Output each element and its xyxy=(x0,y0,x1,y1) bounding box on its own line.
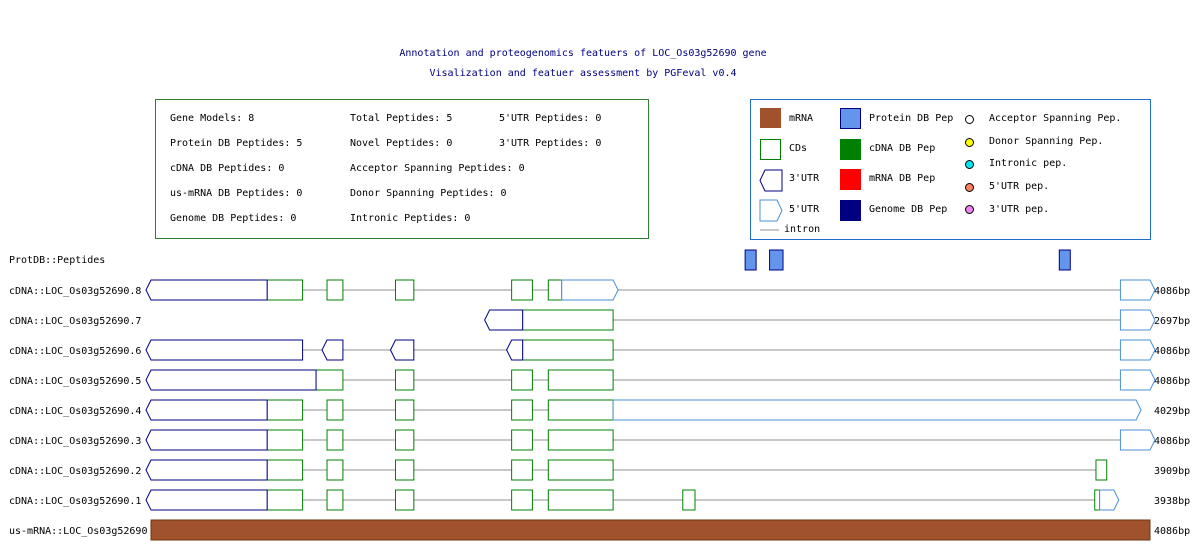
mrna-block-9 xyxy=(150,519,1151,541)
cds-exon-8-1 xyxy=(266,489,304,511)
cds-exon-8-5 xyxy=(547,489,614,511)
cds-exon-6-5 xyxy=(547,429,614,451)
cds-exon-7-4 xyxy=(511,459,533,481)
cds-exon-7-3 xyxy=(394,459,415,481)
utr5-block-1-2 xyxy=(1119,279,1156,301)
transcript-label-1: cDNA::LOC_Os03g52690.8 xyxy=(9,286,141,297)
transcript-length-3: 4086bp xyxy=(1154,346,1190,357)
transcript-label-8: cDNA::LOC_Os03g52690.1 xyxy=(9,496,141,507)
cds-exon-4-1 xyxy=(315,369,344,391)
utr5-block-3-1 xyxy=(1119,339,1156,361)
cds-exon-5-5 xyxy=(547,399,614,421)
transcript-length-7: 3909bp xyxy=(1154,466,1190,477)
transcript-label-4: cDNA::LOC_Os03g52690.5 xyxy=(9,376,141,387)
transcript-label-6: cDNA::LOC_Os03g52690.3 xyxy=(9,436,141,447)
cds-exon-6-4 xyxy=(511,429,533,451)
cds-exon-3-1 xyxy=(522,339,614,361)
utr3-block-1-1 xyxy=(145,279,268,301)
transcript-label-2: cDNA::LOC_Os03g52690.7 xyxy=(9,316,141,327)
cds-exon-1-1 xyxy=(266,279,304,301)
utr5-block-4-1 xyxy=(1119,369,1156,391)
cds-exon-1-5 xyxy=(547,279,563,301)
gene-structure-tracks: ProtDB::PeptidescDNA::LOC_Os03g52690.8 40… xyxy=(9,249,1190,541)
utr3-block-3-2 xyxy=(321,339,344,361)
utr5-block-2-1 xyxy=(1119,309,1156,331)
peptide-mark-2 xyxy=(769,249,784,271)
utr3-block-3-4 xyxy=(506,339,524,361)
cds-exon-5-3 xyxy=(394,399,415,421)
utr5-block-1-1 xyxy=(561,279,619,301)
cds-exon-2-1 xyxy=(522,309,614,331)
transcript-label-3: cDNA::LOC_Os03g52690.6 xyxy=(9,346,141,357)
transcript-length-6: 4086bp xyxy=(1154,436,1190,447)
utr3-block-2-1 xyxy=(484,309,524,331)
cds-exon-5-4 xyxy=(511,399,533,421)
transcript-length-8: 3938bp xyxy=(1154,496,1190,507)
utr3-block-4-1 xyxy=(145,369,317,391)
cds-exon-7-6 xyxy=(1095,459,1108,481)
utr3-block-3-1 xyxy=(145,339,304,361)
utr3-block-3-3 xyxy=(389,339,415,361)
transcript-length-5: 4029bp xyxy=(1154,406,1190,417)
cds-exon-5-2 xyxy=(326,399,344,421)
transcript-length-2: 2697bp xyxy=(1154,316,1190,327)
transcript-length-4: 4086bp xyxy=(1154,376,1190,387)
peptides-track-label: ProtDB::Peptides xyxy=(9,255,105,266)
cds-exon-6-1 xyxy=(266,429,304,451)
utr5-block-5-1 xyxy=(612,399,1142,421)
transcript-label-9: us-mRNA::LOC_Os03g52690 xyxy=(9,526,147,537)
cds-exon-4-2 xyxy=(394,369,415,391)
utr5-block-8-1 xyxy=(1099,489,1120,511)
cds-exon-8-3 xyxy=(394,489,415,511)
cds-exon-5-1 xyxy=(266,399,304,421)
cds-exon-8-6 xyxy=(682,489,696,511)
cds-exon-4-4 xyxy=(547,369,614,391)
cds-exon-1-4 xyxy=(511,279,533,301)
peptide-mark-1 xyxy=(744,249,757,271)
utr3-block-6-1 xyxy=(145,429,268,451)
transcript-length-1: 4086bp xyxy=(1154,286,1190,297)
transcript-label-7: cDNA::LOC_Os03g52690.2 xyxy=(9,466,141,477)
cds-exon-7-5 xyxy=(547,459,614,481)
cds-exon-1-2 xyxy=(326,279,344,301)
cds-exon-1-3 xyxy=(394,279,415,301)
utr3-block-7-1 xyxy=(145,459,268,481)
cds-exon-8-2 xyxy=(326,489,344,511)
utr5-block-6-1 xyxy=(1119,429,1156,451)
utr3-block-5-1 xyxy=(145,399,268,421)
cds-exon-8-7 xyxy=(1094,489,1101,511)
cds-exon-4-3 xyxy=(511,369,533,391)
transcript-label-5: cDNA::LOC_Os03g52690.4 xyxy=(9,406,141,417)
transcript-length-9: 4086bp xyxy=(1154,526,1190,537)
peptide-mark-3 xyxy=(1058,249,1071,271)
cds-exon-7-2 xyxy=(326,459,344,481)
cds-exon-8-4 xyxy=(511,489,533,511)
cds-exon-7-1 xyxy=(266,459,304,481)
cds-exon-6-2 xyxy=(326,429,344,451)
cds-exon-6-3 xyxy=(394,429,415,451)
utr3-block-8-1 xyxy=(145,489,268,511)
